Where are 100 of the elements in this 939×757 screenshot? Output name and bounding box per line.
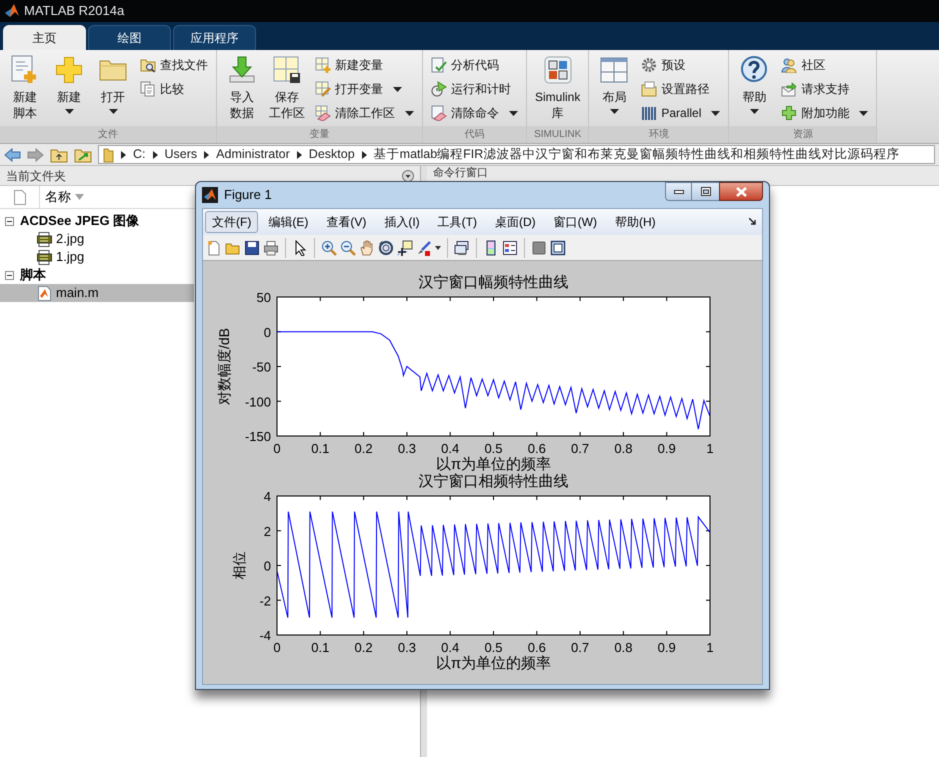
toolstrip-button[interactable]: 新建 脚本 bbox=[6, 54, 44, 121]
maximize-button[interactable] bbox=[692, 182, 719, 201]
toolstrip-button[interactable]: 导入 数据 bbox=[223, 54, 261, 121]
menu-item[interactable]: 窗口(W) bbox=[546, 211, 605, 233]
section-label: 变量 bbox=[310, 128, 330, 142]
plot-tools-icon[interactable] bbox=[550, 240, 566, 256]
toolstrip-button[interactable]: 保存 工作区 bbox=[267, 54, 307, 121]
collapse-icon[interactable] bbox=[5, 270, 14, 280]
toolstrip-button[interactable]: 社区 bbox=[779, 54, 870, 76]
panel-menu-icon[interactable] bbox=[402, 170, 414, 182]
linked-plot-icon[interactable] bbox=[454, 240, 470, 256]
collapse-icon[interactable] bbox=[5, 216, 14, 226]
file-row[interactable]: 2.jpg bbox=[0, 230, 194, 248]
menu-item[interactable]: 帮助(H) bbox=[606, 211, 664, 233]
sort-caret-icon bbox=[75, 194, 84, 200]
table-pencil-icon bbox=[315, 81, 331, 97]
tick-label: 0.3 bbox=[398, 640, 416, 655]
app-logo-icon bbox=[4, 3, 20, 19]
section-label: SIMULINK bbox=[534, 128, 582, 142]
dock-arrow-icon[interactable] bbox=[749, 218, 756, 225]
path-segment[interactable]: Users bbox=[164, 146, 198, 163]
tab[interactable]: 应用程序 bbox=[173, 25, 256, 50]
hand-icon[interactable] bbox=[359, 240, 375, 256]
tick-label: 0 bbox=[273, 640, 281, 655]
browse-folder-icon[interactable] bbox=[74, 146, 92, 162]
menu-item[interactable]: 插入(I) bbox=[376, 211, 428, 233]
address-bar[interactable]: C: Users Administrator Desktop 基于matlab编程FIR滤波器中汉宁窗和布莱克曼窗幅频特性曲线和相频特性曲线对比源码程序 bbox=[98, 145, 935, 164]
tick-label: -2 bbox=[259, 593, 271, 608]
back-arrow-icon[interactable] bbox=[4, 148, 21, 162]
stopwatch-icon bbox=[431, 81, 447, 97]
panel-title: 命令行窗口 bbox=[433, 167, 488, 179]
axis-label: 以π为单位的频率 bbox=[436, 655, 552, 672]
tick-label: 4 bbox=[264, 489, 271, 504]
path-segment[interactable]: Desktop bbox=[308, 146, 355, 163]
minimize-button[interactable] bbox=[665, 182, 692, 201]
panel-title: 当前文件夹 bbox=[6, 168, 66, 184]
toolstrip-button[interactable]: 附加功能 bbox=[779, 102, 870, 124]
printer-icon[interactable] bbox=[263, 240, 279, 256]
new-file-icon[interactable] bbox=[206, 240, 222, 256]
menu-item[interactable]: 编辑(E) bbox=[260, 211, 316, 233]
file-row[interactable]: main.m bbox=[0, 284, 194, 302]
file-icon bbox=[14, 190, 26, 204]
toolstrip-button[interactable]: 查找文件 bbox=[138, 54, 210, 76]
path-segment[interactable]: 基于matlab编程FIR滤波器中汉宁窗和布莱克曼窗幅频特性曲线和相频特性曲线对比源码程序 bbox=[374, 146, 900, 163]
toolstrip-button[interactable]: Simulink 库 bbox=[533, 54, 582, 121]
toolstrip-button[interactable]: 清除命令 bbox=[429, 102, 520, 124]
eraser-icon bbox=[431, 105, 447, 121]
file-row[interactable]: 1.jpg bbox=[0, 248, 194, 266]
toolstrip-button[interactable]: 新建 bbox=[50, 54, 88, 114]
menu-item[interactable]: 文件(F) bbox=[205, 211, 258, 233]
forward-arrow-icon[interactable] bbox=[27, 148, 44, 162]
toolstrip-button[interactable]: Parallel bbox=[639, 102, 722, 124]
image-file-icon bbox=[37, 232, 52, 246]
legend-icon[interactable] bbox=[502, 240, 518, 256]
menu-item[interactable]: 查看(V) bbox=[318, 211, 374, 233]
breadcrumb-arrow-icon bbox=[121, 150, 126, 158]
zoom-out-icon[interactable] bbox=[340, 240, 356, 256]
data-cursor-icon[interactable] bbox=[397, 240, 413, 256]
column-header[interactable]: 名称 bbox=[40, 186, 92, 208]
menu-item[interactable]: 桌面(D) bbox=[486, 211, 544, 233]
breadcrumb-arrow-icon bbox=[152, 150, 158, 158]
tick-label: 0.3 bbox=[398, 441, 416, 456]
toolstrip-button[interactable]: 布局 bbox=[595, 54, 634, 114]
tick-label: 0 bbox=[264, 558, 271, 574]
path-segment[interactable]: C: bbox=[133, 146, 146, 163]
bars-icon bbox=[641, 105, 658, 121]
dropdown-caret-icon[interactable] bbox=[435, 246, 441, 250]
plus-icon bbox=[53, 54, 85, 86]
zoom-in-icon[interactable] bbox=[321, 240, 337, 256]
script-file-icon bbox=[37, 286, 52, 300]
tick-label: 0.8 bbox=[614, 640, 632, 655]
path-segment[interactable]: Administrator bbox=[216, 146, 290, 163]
save-icon[interactable] bbox=[244, 240, 260, 256]
toolstrip-button[interactable]: 请求支持 bbox=[779, 78, 870, 100]
window-title: MATLAB R2014a bbox=[24, 2, 124, 20]
tick-label: 0.4 bbox=[441, 441, 460, 456]
close-button[interactable] bbox=[719, 182, 763, 201]
brush-icon[interactable] bbox=[416, 240, 432, 256]
toolstrip-button[interactable]: 打开变量 bbox=[313, 78, 416, 100]
tab[interactable]: 主页 bbox=[3, 25, 86, 50]
folder-up-icon[interactable] bbox=[50, 146, 68, 162]
toolstrip-button[interactable]: 清除工作区 bbox=[313, 102, 416, 124]
eraser-icon bbox=[315, 105, 331, 121]
toolstrip-button[interactable]: 比较 bbox=[138, 78, 210, 100]
menu-item[interactable]: 工具(T) bbox=[430, 211, 485, 233]
window-title: Figure 1 bbox=[224, 186, 272, 204]
tick-label: 0.9 bbox=[658, 640, 676, 655]
toolstrip-button[interactable]: 预设 bbox=[639, 54, 722, 76]
toolstrip-button[interactable]: 分析代码 bbox=[429, 54, 520, 76]
figure-logo-icon bbox=[202, 187, 218, 203]
toolstrip-button[interactable]: 设置路径 bbox=[639, 78, 722, 100]
toolstrip-button[interactable]: 帮助 bbox=[735, 54, 774, 114]
toolstrip-button[interactable]: 打开 bbox=[94, 54, 132, 114]
toolstrip-button[interactable]: 运行和计时 bbox=[429, 78, 520, 100]
hide-tools-icon[interactable] bbox=[531, 240, 547, 256]
breadcrumb-arrow-icon bbox=[362, 150, 367, 158]
axis-label: 对数幅度/dB bbox=[216, 328, 232, 405]
rotate-icon[interactable] bbox=[378, 240, 394, 256]
tab[interactable]: 绘图 bbox=[88, 25, 171, 50]
toolstrip-button[interactable]: 新建变量 bbox=[313, 54, 416, 76]
